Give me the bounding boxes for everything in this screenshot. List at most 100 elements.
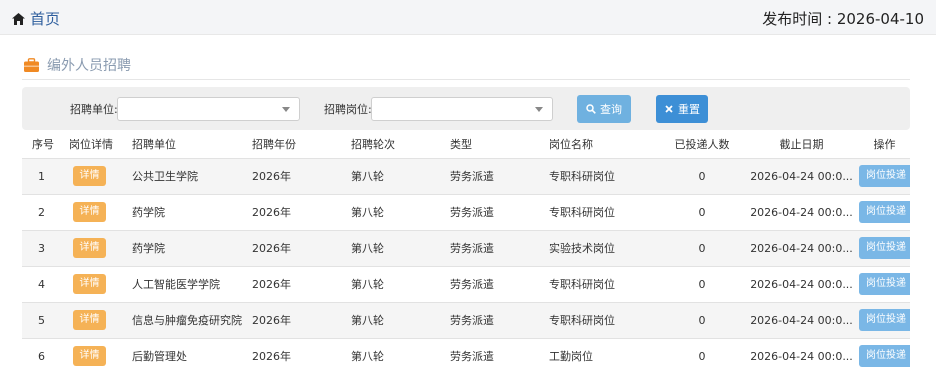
row-unit: 公共卫生学院: [132, 158, 252, 194]
col-header-round: 招聘轮次: [351, 131, 450, 158]
detail-button[interactable]: 详情: [73, 274, 106, 294]
table-row: 1 详情 公共卫生学院 2026年 第八轮 劳务派遣 专职科研岗位 0 2026…: [22, 158, 910, 194]
row-round: 第八轮: [351, 302, 450, 338]
chevron-down-icon: [535, 107, 543, 112]
row-deadline: 2026-04-24 00:0...: [750, 277, 853, 291]
row-no: 5: [22, 302, 59, 338]
row-no: 3: [22, 230, 59, 266]
table-row: 5 详情 信息与肿瘤免疫研究院 2026年 第八轮 劳务派遣 专职科研岗位 0 …: [22, 302, 910, 338]
reset-button[interactable]: 重置: [656, 95, 708, 123]
row-no: 4: [38, 277, 45, 291]
row-round: 第八轮: [351, 206, 384, 219]
home-label: 首页: [30, 10, 61, 28]
recruitment-table: 序号 岗位详情 招聘单位 招聘年份 招聘轮次 类型 岗位名称 已投递人数 截止日…: [22, 131, 910, 374]
row-unit: 药学院: [132, 206, 165, 219]
apply-button[interactable]: 岗位投递: [859, 309, 910, 331]
unit-filter-label: 招聘单位:: [70, 103, 118, 116]
row-deadline: 2026-04-24 00:0...: [750, 205, 853, 219]
row-applicants: 0: [660, 230, 744, 266]
row-type: 劳务派遣: [450, 278, 494, 291]
row-year: 2026年: [252, 230, 351, 266]
row-no: 2: [38, 205, 45, 219]
row-deadline: 2026-04-24 00:0...: [744, 302, 859, 338]
apply-button[interactable]: 岗位投递: [859, 273, 910, 295]
row-deadline: 2026-04-24 00:0...: [744, 158, 859, 194]
row-year: 2026年: [252, 206, 291, 219]
search-icon: [586, 104, 596, 114]
detail-button[interactable]: 详情: [73, 202, 106, 222]
row-applicants: 0: [660, 302, 744, 338]
row-year: 2026年: [252, 302, 351, 338]
table-header-row: 序号 岗位详情 招聘单位 招聘年份 招聘轮次 类型 岗位名称 已投递人数 截止日…: [22, 131, 910, 158]
row-applicants: 0: [698, 205, 706, 219]
row-deadline: 2026-04-24 00:0...: [750, 349, 853, 363]
row-type: 劳务派遣: [450, 302, 549, 338]
query-label: 查询: [600, 103, 622, 116]
briefcase-icon: [24, 58, 39, 72]
row-year: 2026年: [252, 278, 291, 291]
top-bar: 首页 发布时间 : 2026-04-10: [0, 0, 936, 35]
row-position: 实验技术岗位: [549, 230, 660, 266]
apply-button[interactable]: 岗位投递: [859, 345, 910, 368]
detail-button[interactable]: 详情: [73, 166, 106, 186]
col-header-type: 类型: [450, 131, 549, 158]
row-year: 2026年: [252, 350, 291, 364]
row-position: 专职科研岗位: [549, 158, 660, 194]
row-position: 工勤岗位: [549, 350, 593, 364]
row-type: 劳务派遣: [450, 350, 494, 364]
table-row: 4 详情 人工智能医学学院 2026年 第八轮 劳务派遣 专职科研岗位 0 20…: [22, 266, 910, 302]
row-deadline: 2026-04-24 00:0...: [744, 230, 859, 266]
col-header-year: 招聘年份: [252, 131, 351, 158]
section-header: 编外人员招聘: [24, 55, 131, 75]
row-unit: 药学院: [132, 230, 252, 266]
row-position: 专职科研岗位: [549, 302, 660, 338]
col-header-detail: 岗位详情: [59, 131, 132, 158]
reset-label: 重置: [678, 103, 700, 116]
col-header-action: 操作: [859, 131, 910, 158]
row-round: 第八轮: [351, 350, 384, 364]
apply-button[interactable]: 岗位投递: [859, 165, 910, 187]
detail-button[interactable]: 详情: [73, 310, 106, 330]
row-applicants: 0: [698, 277, 706, 291]
col-header-position: 岗位名称: [549, 131, 660, 158]
row-round: 第八轮: [351, 230, 450, 266]
chevron-down-icon: [282, 107, 290, 112]
col-header-unit: 招聘单位: [132, 131, 252, 158]
row-no: 1: [22, 158, 59, 194]
detail-button[interactable]: 详情: [73, 238, 106, 258]
col-header-applicants: 已投递人数: [660, 131, 744, 158]
query-button[interactable]: 查询: [577, 95, 631, 123]
row-unit: 人工智能医学学院: [132, 278, 220, 291]
unit-select[interactable]: [117, 97, 300, 121]
section-divider: [22, 79, 910, 80]
col-header-deadline: 截止日期: [744, 131, 859, 158]
row-type: 劳务派遣: [450, 158, 549, 194]
apply-button[interactable]: 岗位投递: [859, 237, 910, 259]
row-round: 第八轮: [351, 158, 450, 194]
table-row: 3 详情 药学院 2026年 第八轮 劳务派遣 实验技术岗位 0 2026-04…: [22, 230, 910, 266]
filter-bar: 招聘单位: 招聘岗位: 查询 重置: [22, 87, 910, 130]
row-type: 劳务派遣: [450, 206, 494, 219]
position-select[interactable]: [371, 97, 553, 121]
row-no: 6: [38, 349, 45, 363]
section-title: 编外人员招聘: [47, 58, 131, 74]
row-unit: 信息与肿瘤免疫研究院: [132, 302, 252, 338]
publish-time: 发布时间 : 2026-04-10: [762, 10, 924, 28]
col-header-no: 序号: [22, 131, 59, 158]
row-applicants: 0: [660, 158, 744, 194]
detail-button[interactable]: 详情: [73, 346, 106, 367]
row-position: 专职科研岗位: [549, 206, 615, 219]
apply-button[interactable]: 岗位投递: [859, 201, 910, 223]
table-row: 2 详情 药学院 2026年 第八轮 劳务派遣 专职科研岗位 0 2026-04…: [22, 194, 910, 230]
row-type: 劳务派遣: [450, 230, 549, 266]
row-unit: 后勤管理处: [132, 350, 187, 364]
row-year: 2026年: [252, 158, 351, 194]
row-position: 专职科研岗位: [549, 278, 615, 291]
home-link[interactable]: 首页: [12, 8, 60, 29]
row-round: 第八轮: [351, 278, 384, 291]
table-row: 6 详情 后勤管理处 2026年 第八轮 劳务派遣 工勤岗位 0 2026-04…: [22, 338, 910, 374]
home-icon: [12, 12, 25, 25]
row-applicants: 0: [698, 349, 706, 363]
position-filter-label: 招聘岗位:: [324, 103, 372, 116]
close-icon: [664, 104, 674, 114]
